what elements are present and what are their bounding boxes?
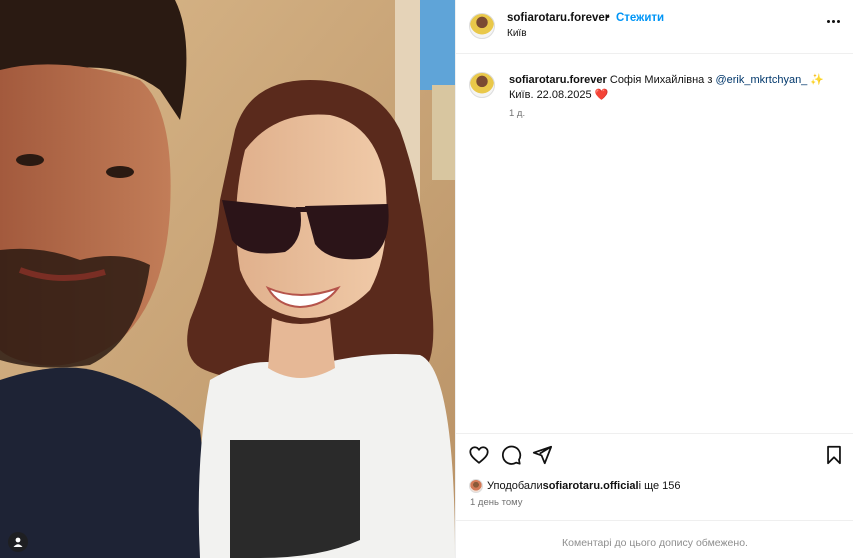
divider (456, 433, 853, 434)
selfie-image (0, 0, 455, 558)
author-username[interactable]: sofiarotaru.forever (507, 12, 609, 24)
liker-username[interactable]: sofiarotaru.official (543, 480, 639, 492)
location-link[interactable]: Київ (507, 28, 527, 39)
caption-line2: Київ. 22.08.2025 (509, 89, 592, 101)
heart-icon (469, 446, 489, 464)
like-button[interactable] (468, 444, 490, 466)
comment-icon (502, 445, 522, 465)
caption-mention[interactable]: @erik_mkrtchyan_ (715, 74, 807, 86)
user-icon (13, 537, 23, 547)
post-header: sofiarotaru.forever • Стежити Київ (456, 0, 853, 54)
send-icon (532, 445, 553, 465)
caption-text: sofiarotaru.forever Софія Михайлівна з @… (509, 73, 839, 103)
likes-count-text[interactable]: і ще 156 (639, 480, 681, 492)
caption-author-avatar[interactable] (469, 72, 495, 98)
bookmark-icon (827, 445, 841, 465)
divider (456, 520, 853, 521)
separator-dot: • (606, 11, 610, 23)
comments-disabled-notice: Коментарі до цього допису обмежено. (562, 537, 748, 549)
caption-age[interactable]: 1 д. (509, 108, 525, 119)
post-timestamp[interactable]: 1 день тому (470, 497, 523, 508)
save-button[interactable] (823, 444, 845, 466)
comment-button[interactable] (500, 444, 522, 466)
likes-prefix: Уподобали (487, 480, 543, 492)
tagged-users-button[interactable] (8, 532, 28, 552)
post-details-panel: sofiarotaru.forever • Стежити Київ sofia… (455, 0, 853, 558)
heart-emoji: ❤️ (594, 89, 609, 101)
share-button[interactable] (531, 444, 553, 466)
post-photo[interactable] (0, 0, 455, 558)
sparkles-emoji: ✨ (810, 74, 825, 86)
more-options-icon[interactable] (827, 20, 840, 23)
liker-avatar[interactable] (469, 479, 483, 493)
caption-username[interactable]: sofiarotaru.forever (509, 74, 607, 86)
likes-summary: Уподобали sofiarotaru.official і ще 156 (469, 478, 681, 494)
author-avatar[interactable] (469, 13, 495, 39)
caption-text-part: Софія Михайлівна з (606, 74, 716, 86)
follow-button[interactable]: Стежити (616, 12, 664, 24)
